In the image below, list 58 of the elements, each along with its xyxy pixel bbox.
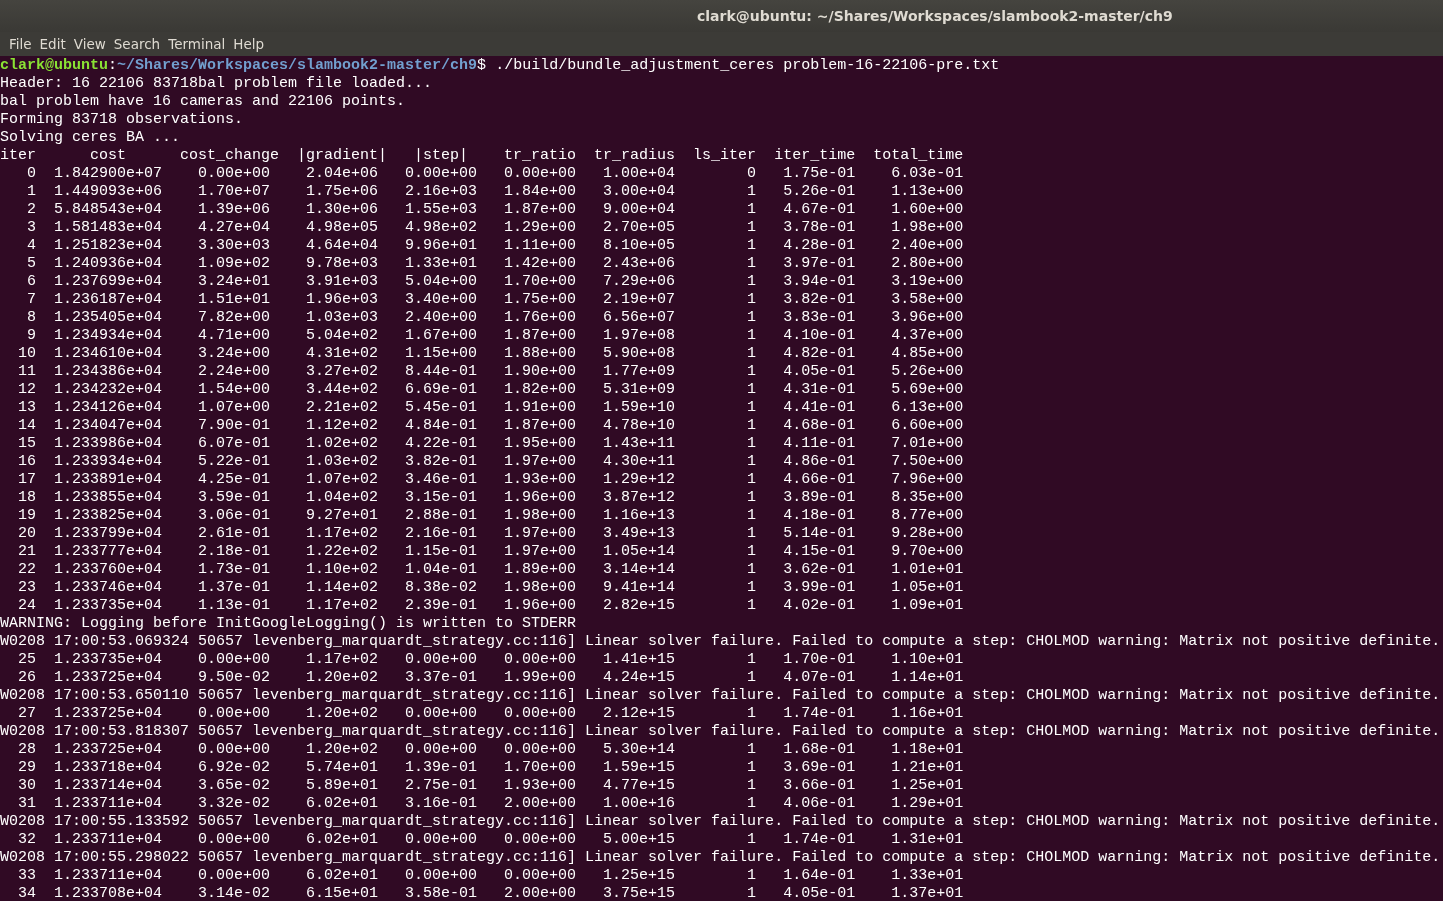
iteration-row-text: 28 1.233725e+04 0.00e+00 1.20e+02 0.00e+00 0.00e+00 5.30e+14 1 1.68e-01 1.18e+01 [17, 741, 965, 759]
output-line: W0208 17:00:53.818307 50657 levenberg_marquardt_strategy.cc:116] Linear solver failure. Failed to compute a step: CHOLMOD warning: Matrix not positive definite. [0, 723, 1442, 741]
iteration-row-text: 34 1.233708e+04 3.14e-02 6.15e+01 3.58e-01 2.00e+00 3.75e+15 1 4.05e-01 1.37e+01 [17, 885, 965, 901]
iteration-row-text: 32 1.233711e+04 0.00e+00 6.02e+01 0.00e+00 0.00e+00 5.00e+15 1 1.74e-01 1.31e+01 [17, 831, 965, 849]
iteration-row-text: 15 1.233986e+04 6.07e-01 1.02e+02 4.22e-01 1.95e+00 1.43e+11 1 4.11e-01 7.01e+00 [17, 435, 965, 453]
menu-item[interactable]: File [6, 36, 35, 52]
output-line: W0208 17:00:55.298022 50657 levenberg_marquardt_strategy.cc:116] Linear solver failure. Failed to compute a step: CHOLMOD warning: Matrix not positive definite. [0, 849, 1442, 867]
iteration-row-text: 33 1.233711e+04 0.00e+00 6.02e+01 0.00e+00 0.00e+00 1.25e+15 1 1.64e-01 1.33e+01 [17, 867, 965, 885]
menu-item[interactable]: Search [110, 36, 164, 52]
iteration-row-text: 24 1.233735e+04 1.13e-01 1.17e+02 2.39e-01 1.96e+00 2.82e+15 1 4.02e-01 1.09e+01 [17, 597, 965, 615]
prompt-path: ~/Shares/Workspaces/slambook2-master/ch9 [117, 57, 478, 75]
iteration-row-text: 10 1.234610e+04 3.24e+00 4.31e+02 1.15e+00 1.88e+00 5.90e+08 1 4.82e-01 4.85e+00 [17, 345, 965, 363]
output-line: Header: 16 22106 83718bal problem file loaded... [0, 75, 434, 93]
iteration-row-text: 21 1.233777e+04 2.18e-01 1.22e+02 1.15e-01 1.97e+00 1.05e+14 1 4.15e-01 9.70e+00 [17, 543, 965, 561]
output-line: W0208 17:00:53.069324 50657 levenberg_marquardt_strategy.cc:116] Linear solver failure. Failed to compute a step: CHOLMOD warning: Matrix not positive definite. [0, 633, 1442, 651]
iteration-row-text: 6 1.237699e+04 3.24e+01 3.91e+03 5.04e+00 1.70e+00 7.29e+06 1 3.94e-01 3.19e+00 [26, 273, 965, 291]
output-line: W0208 17:00:55.133592 50657 levenberg_marquardt_strategy.cc:116] Linear solver failure. Failed to compute a step: CHOLMOD warning: Matrix not positive definite. [0, 813, 1442, 831]
iteration-row-text: 30 1.233714e+04 3.65e-02 5.89e+01 2.75e-01 1.93e+00 4.77e+15 1 3.66e-01 1.25e+01 [17, 777, 965, 795]
iteration-row-text: 16 1.233934e+04 5.22e-01 1.03e+02 3.82e-01 1.97e+00 4.30e+11 1 4.86e-01 7.50e+00 [17, 453, 965, 471]
iteration-row-text: 20 1.233799e+04 2.61e-01 1.17e+02 2.16e-01 1.97e+00 3.49e+13 1 5.14e-01 9.28e+00 [17, 525, 965, 543]
iteration-row-text: 26 1.233725e+04 9.50e-02 1.20e+02 3.37e-01 1.99e+00 4.24e+15 1 4.07e-01 1.14e+01 [17, 669, 965, 687]
menu-item[interactable]: View [70, 36, 109, 52]
prompt-symbol: $ [477, 57, 487, 75]
iteration-row-text: 18 1.233855e+04 3.59e-01 1.04e+02 3.15e-01 1.96e+00 3.87e+12 1 3.89e-01 8.35e+00 [17, 489, 965, 507]
prompt-separator: : [108, 57, 118, 75]
iteration-row-text: 17 1.233891e+04 4.25e-01 1.07e+02 3.46e-01 1.93e+00 1.29e+12 1 4.66e-01 7.96e+00 [17, 471, 965, 489]
iteration-row-text: 2 5.848543e+04 1.39e+06 1.30e+06 1.55e+03 1.87e+00 9.00e+04 1 4.67e-01 1.60e+00 [26, 201, 965, 219]
iteration-row-text: 23 1.233746e+04 1.37e-01 1.14e+02 8.38e-02 1.98e+00 9.41e+14 1 3.99e-01 1.05e+01 [17, 579, 965, 597]
iteration-row-text: 5 1.240936e+04 1.09e+02 9.78e+03 1.33e+01 1.42e+00 2.43e+06 1 3.97e-01 2.80e+00 [26, 255, 965, 273]
iteration-row-text: 11 1.234386e+04 2.24e+00 3.27e+02 8.44e-01 1.90e+00 1.77e+09 1 4.05e-01 5.26e+00 [17, 363, 965, 381]
iteration-row-text: 9 1.234934e+04 4.71e+00 5.04e+02 1.67e+00 1.87e+00 1.97e+08 1 4.10e-01 4.37e+00 [26, 327, 965, 345]
iteration-row-text: 0 1.842900e+07 0.00e+00 2.04e+06 0.00e+00 0.00e+00 1.00e+04 0 1.75e-01 6.03e-01 [26, 165, 965, 183]
iteration-row-text: 1 1.449093e+06 1.70e+07 1.75e+06 2.16e+03 1.84e+00 3.00e+04 1 5.26e-01 1.13e+00 [26, 183, 965, 201]
menu-item[interactable]: Edit [36, 36, 69, 52]
output-line: Solving ceres BA ... [0, 129, 182, 147]
iteration-row-text: 13 1.234126e+04 1.07e+00 2.21e+02 5.45e-01 1.91e+00 1.59e+10 1 4.41e-01 6.13e+00 [17, 399, 965, 417]
output-line: bal problem have 16 cameras and 22106 points. [0, 93, 407, 111]
output-line: iter cost cost_change |gradient| |step| tr_ratio tr_radius ls_iter iter_time total_time [0, 147, 965, 165]
iteration-row-text: 31 1.233711e+04 3.32e-02 6.02e+01 3.16e-01 2.00e+00 1.00e+16 1 4.06e-01 1.29e+01 [17, 795, 965, 813]
iteration-row-text: 22 1.233760e+04 1.73e-01 1.10e+02 1.04e-01 1.89e+00 3.14e+14 1 3.62e-01 1.01e+01 [17, 561, 965, 579]
iteration-row-text: 25 1.233735e+04 0.00e+00 1.17e+02 0.00e+00 0.00e+00 1.41e+15 1 1.70e-01 1.10e+01 [17, 651, 965, 669]
iteration-row-text: 4 1.251823e+04 3.30e+03 4.64e+04 9.96e+01 1.11e+00 8.10e+05 1 4.28e-01 2.40e+00 [26, 237, 965, 255]
window-title: clark@ubuntu: ~/Shares/Workspaces/slambook2-master/ch9 [697, 8, 1173, 24]
iteration-row-text: 19 1.233825e+04 3.06e-01 9.27e+01 2.88e-01 1.98e+00 1.16e+13 1 4.18e-01 8.77e+00 [17, 507, 965, 525]
output-line: W0208 17:00:53.650110 50657 levenberg_marquardt_strategy.cc:116] Linear solver failure. Failed to compute a step: CHOLMOD warning: Matrix not positive definite. [0, 687, 1442, 705]
iteration-row-text: 14 1.234047e+04 7.90e-01 1.12e+02 4.84e-01 1.87e+00 4.78e+10 1 4.68e-01 6.60e+00 [17, 417, 965, 435]
iteration-row-text: 7 1.236187e+04 1.51e+01 1.96e+03 3.40e+00 1.75e+00 2.19e+07 1 3.82e-01 3.58e+00 [26, 291, 965, 309]
iteration-row-text: 8 1.235405e+04 7.82e+00 1.03e+03 2.40e+00 1.76e+00 6.56e+07 1 3.83e-01 3.96e+00 [26, 309, 965, 327]
output-line: Forming 83718 observations. [0, 111, 245, 129]
output-line: WARNING: Logging before InitGoogleLogging() is written to STDERR [0, 615, 578, 633]
menu-item[interactable]: Terminal [165, 36, 229, 52]
menu-item[interactable]: Help [230, 36, 268, 52]
iteration-row-text: 3 1.581483e+04 4.27e+04 4.98e+05 4.98e+02 1.29e+00 2.70e+05 1 3.78e-01 1.98e+00 [26, 219, 965, 237]
user-host: clark@ubuntu [0, 57, 109, 75]
iteration-row-text: 27 1.233725e+04 0.00e+00 1.20e+02 0.00e+00 0.00e+00 2.12e+15 1 1.74e-01 1.16e+01 [17, 705, 965, 723]
command-text: ./build/bundle_adjustment_ceres problem-16-22106-pre.txt [495, 57, 1000, 75]
iteration-row-text: 29 1.233718e+04 6.92e-02 5.74e+01 1.39e-01 1.70e+00 1.59e+15 1 3.69e-01 1.21e+01 [17, 759, 965, 777]
iteration-row-text: 12 1.234232e+04 1.54e+00 3.44e+02 6.69e-01 1.82e+00 5.31e+09 1 4.31e-01 5.69e+00 [17, 381, 965, 399]
